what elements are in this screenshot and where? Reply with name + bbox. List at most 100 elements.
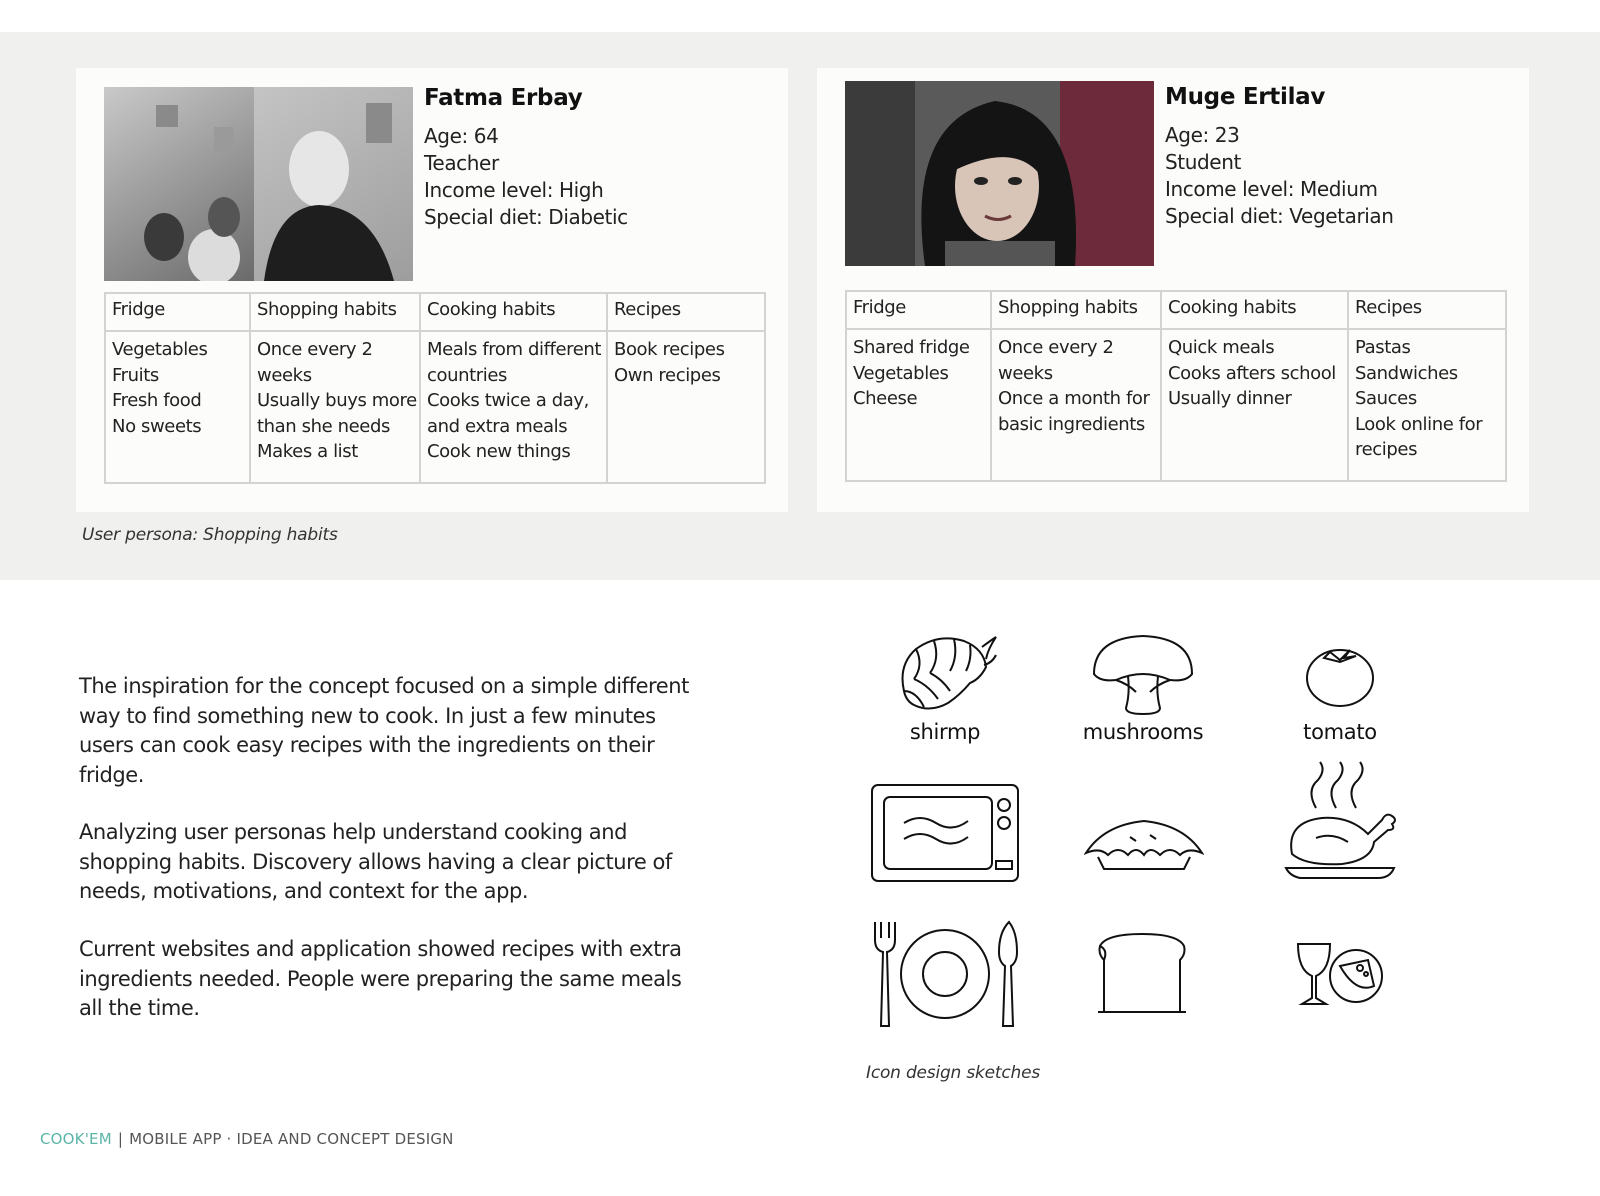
tomato-icon [1306,649,1374,707]
header-fridge: Fridge [104,292,251,332]
paragraph-line: shopping habits. Discovery allows having… [79,849,672,874]
cell-line: Sandwiches [1355,362,1458,384]
header-cooking-habits: Cooking habits [1160,290,1349,330]
cell-line: Vegetables [112,339,208,360]
shrimp-icon [901,636,997,710]
concept-paragraph: The inspiration for the concept focused … [79,672,699,790]
tomato-label: tomato [1303,720,1377,744]
cell-shopping-habits: Once every 2 weeks Once a month for basi… [990,328,1162,482]
cell-line: Cheese [853,388,918,409]
cell-line: and extra meals [427,415,568,437]
paragraph-line: all the time. [79,996,200,1020]
header-shopping-habits: Shopping habits [990,290,1162,330]
header-fridge: Fridge [845,290,992,330]
cell-line: Once every 2 [998,337,1114,358]
persona-info: Fatma Erbay Age: 64 Teacher Income level… [424,85,628,231]
roast-chicken-icon [1284,761,1396,879]
persona-card-muge: Muge Ertilav Age: 23 Student Income leve… [817,68,1529,512]
persona-info: Muge Ertilav Age: 23 Student Income leve… [1165,84,1394,230]
cell-fridge: Shared fridge Vegetables Cheese [845,328,992,482]
persona-name: Fatma Erbay [424,85,583,111]
footer-subtitle: MOBILE APP · IDEA AND CONCEPT DESIGN [129,1130,454,1148]
cell-line: Fruits [112,364,159,386]
header-recipes: Recipes [606,292,766,332]
pie-icon [1084,819,1204,870]
footer: COOK'EM | MOBILE APP · IDEA AND CONCEPT DE… [40,1130,454,1148]
persona-income: Income level: Medium [1165,177,1378,201]
persona-income: Income level: High [424,178,604,202]
persona-age: Age: 23 [1165,123,1240,147]
cell-line: Cooks twice a day, [427,390,589,411]
persona-card-fatma: Fatma Erbay Age: 64 Teacher Income level… [76,68,788,512]
cell-line: Vegetables [853,362,949,384]
cell-line: Sauces [1355,388,1417,409]
persona-habits-table: Fridge Shopping habits Cooking habits Re… [845,290,1507,482]
persona-diet: Special diet: Diabetic [424,205,628,229]
wine-cheese-icon [1296,943,1383,1005]
shrimp-label: shirmp [909,720,981,744]
persona-photo-placeholder [845,81,1154,266]
paragraph-line: Analyzing user personas help understand … [79,820,627,844]
cell-line: No sweets [112,415,202,437]
mushroom-icon [1092,634,1194,716]
cell-cooking-habits: Meals from different countries Cooks twi… [419,330,608,484]
cell-line: recipes [1355,439,1418,460]
persona-name: Muge Ertilav [1165,84,1326,110]
cutlery-plate-icon [874,920,1019,1027]
cell-line: countries [427,364,508,386]
paragraph-line: The inspiration for the concept focused … [79,674,689,698]
persona-occupation: Teacher [424,151,499,175]
microwave-icon [871,784,1019,882]
cell-fridge: Vegetables Fruits Fresh food No sweets [104,330,251,484]
research-paragraph: Current websites and application showed … [79,935,699,1024]
cell-line: Once a month for [998,388,1150,409]
cell-line: Look online for [1355,413,1483,435]
cell-recipes: Pastas Sandwiches Sauces Look online for… [1347,328,1507,482]
cell-line: Makes a list [257,441,358,462]
cell-line: Shared fridge [853,337,970,358]
icons-caption: Icon design sketches [866,1063,1041,1083]
footer-separator: | [117,1130,124,1148]
cell-line: Pastas [1355,337,1411,358]
cell-cooking-habits: Quick meals Cooks afters school Usually … [1160,328,1349,482]
table-row: Vegetables Fruits Fresh food No sweets O… [104,330,766,484]
persona-photo [104,87,413,281]
paragraph-line: ingredients needed. People were preparin… [79,966,682,991]
cell-recipes: Book recipes Own recipes [606,330,766,484]
header-shopping-habits: Shopping habits [249,292,421,332]
header-recipes: Recipes [1347,290,1507,330]
cell-line: weeks [998,362,1053,384]
table-header-row: Fridge Shopping habits Cooking habits Re… [104,292,766,332]
persona-occupation: Student [1165,150,1241,174]
paragraph-line: way to find something new to cook. In ju… [79,703,656,728]
cell-line: Cook new things [427,441,571,462]
cell-line: than she needs [257,415,390,437]
footer-brand: COOK'EM [40,1130,112,1148]
cell-line: Fresh food [112,390,202,411]
cell-line: Cooks afters school [1168,362,1336,384]
table-row: Shared fridge Vegetables Cheese Once eve… [845,328,1507,482]
persona-age: Age: 64 [424,124,499,148]
header-cooking-habits: Cooking habits [419,292,608,332]
personas-caption: User persona: Shopping habits [82,525,338,545]
table-header-row: Fridge Shopping habits Cooking habits Re… [845,290,1507,330]
cell-line: Usually buys more [257,390,417,411]
personas-paragraph: Analyzing user personas help understand … [79,818,699,907]
persona-diet: Special diet: Vegetarian [1165,204,1394,228]
persona-photo [845,81,1154,266]
paragraph-line: users can cook easy recipes with the ing… [79,733,655,757]
paragraph-line: fridge. [79,762,144,787]
cell-line: Once every 2 [257,339,373,360]
cell-line: Book recipes [614,339,725,360]
paragraph-line: needs, motivations, and context for the … [79,879,529,903]
cell-line: Quick meals [1168,337,1275,358]
mushrooms-label: mushrooms [1082,720,1204,744]
persona-habits-table: Fridge Shopping habits Cooking habits Re… [104,292,766,484]
cell-line: Own recipes [614,364,721,386]
cell-line: weeks [257,364,312,386]
bread-icon [1098,932,1186,1013]
cell-line: Meals from different [427,339,602,360]
cell-line: basic ingredients [998,413,1145,435]
cell-line: Usually dinner [1168,388,1292,409]
cell-shopping-habits: Once every 2 weeks Usually buys more tha… [249,330,421,484]
